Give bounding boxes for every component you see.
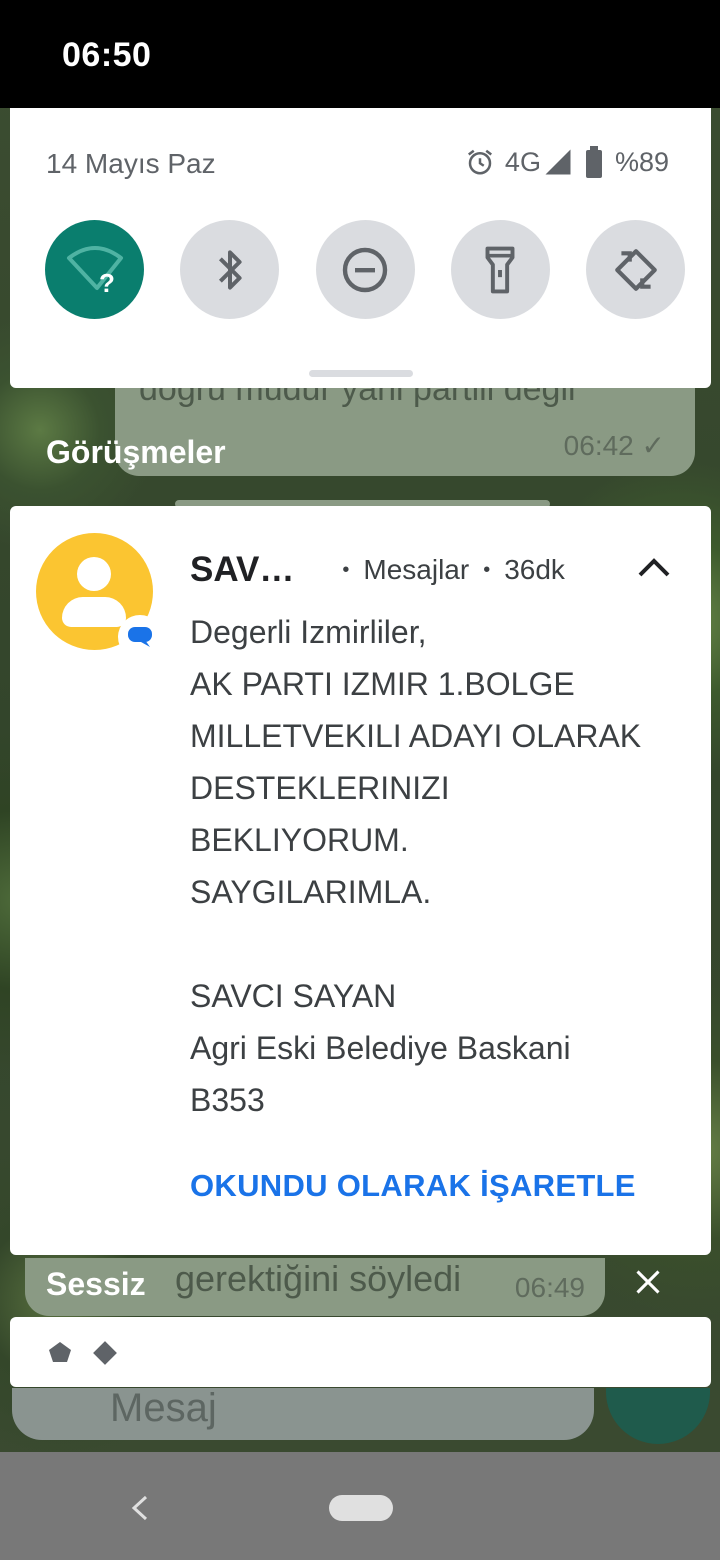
chat-bubble-icon <box>128 627 152 647</box>
separator-dot: • <box>483 558 491 581</box>
notification-age: 36dk <box>504 554 565 585</box>
bluetooth-tile[interactable] <box>180 220 280 319</box>
quick-settings-panel: 14 Mayıs Paz 4G %89 ? <box>10 108 711 388</box>
auto-rotate-icon <box>614 248 657 291</box>
status-bar: 06:50 <box>0 0 720 108</box>
notification-header: SAV… • Mesajlar • 36dk <box>190 550 565 590</box>
background-input-placeholder: Mesaj <box>110 1386 217 1430</box>
flashlight-icon <box>485 246 515 293</box>
navigation-bar <box>0 1452 720 1560</box>
bluetooth-icon <box>218 249 242 290</box>
battery-icon <box>585 146 602 178</box>
quick-settings-status-icons: 4G %89 <box>465 146 669 178</box>
collapse-button[interactable] <box>637 556 671 583</box>
quick-settings-expand-handle[interactable] <box>309 370 413 377</box>
message-notification[interactable]: SAV… • Mesajlar • 36dk Degerli Izmirlile… <box>10 506 711 1255</box>
silent-notifications-row[interactable] <box>10 1317 711 1387</box>
wifi-tile[interactable]: ? <box>45 220 144 319</box>
messages-app-badge <box>118 615 162 659</box>
mark-as-read-button[interactable]: OKUNDU OLARAK İŞARETLE <box>190 1168 636 1204</box>
back-button[interactable] <box>128 1494 152 1527</box>
clear-silent-button[interactable] <box>634 1268 662 1301</box>
background-message-input: Mesaj <box>12 1386 594 1440</box>
status-clock: 06:50 <box>62 36 152 74</box>
network-type: 4G <box>504 146 541 177</box>
auto-rotate-tile[interactable] <box>586 220 685 319</box>
background-lower-message-time: 06:49 <box>514 1272 585 1303</box>
do-not-disturb-tile[interactable] <box>315 220 415 319</box>
alarm-icon <box>467 149 492 175</box>
flashlight-tile[interactable] <box>450 220 550 319</box>
do-not-disturb-icon <box>342 247 388 292</box>
wifi-icon: ? <box>66 245 123 296</box>
signal-icon <box>545 149 571 175</box>
quick-settings-tiles: ? <box>45 220 685 319</box>
notification-app-name: Mesajlar <box>363 554 470 585</box>
quick-settings-date[interactable]: 14 Mayıs Paz <box>46 148 216 180</box>
avatar-body <box>62 597 126 627</box>
section-header-silent: Sessiz <box>46 1266 146 1302</box>
section-header-conversations: Görüşmeler <box>46 434 226 470</box>
notification-message-body: Degerli Izmirliler, AK PARTI IZMIR 1.BOL… <box>190 614 642 1118</box>
separator-dot: • <box>342 558 350 581</box>
diamond-icon <box>93 1341 117 1365</box>
pentagon-icon <box>49 1342 71 1362</box>
back-arrow-icon <box>131 1495 148 1521</box>
svg-text:?: ? <box>99 268 115 296</box>
home-button[interactable] <box>329 1495 393 1521</box>
notification-sender: SAV… <box>190 550 295 589</box>
battery-percentage: %89 <box>614 146 669 177</box>
background-message-time: 06:42 ✓ <box>563 430 665 461</box>
background-lower-message-text: gerektiğini söyledi <box>175 1258 462 1299</box>
close-icon <box>636 1270 660 1294</box>
chevron-up-icon <box>638 558 670 577</box>
avatar-head <box>77 557 111 591</box>
